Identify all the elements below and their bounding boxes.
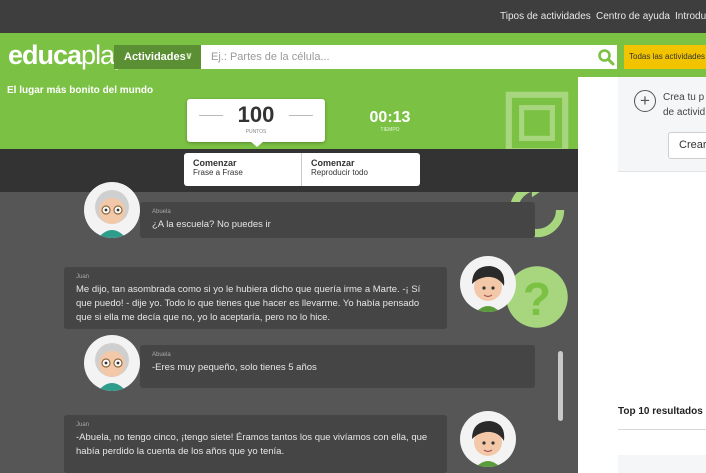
- grandmother-avatar: [84, 182, 140, 238]
- score-card-pointer: [250, 141, 264, 147]
- plus-icon: +: [634, 90, 656, 112]
- all-activities-button[interactable]: Todas las actividades: [624, 45, 706, 69]
- educaplay-logo[interactable]: educaplay: [8, 39, 128, 71]
- dialogue-text: -Eres muy pequeño, solo tienes 5 años: [152, 362, 317, 373]
- top10-list: [618, 455, 706, 473]
- speaker-name: Juan: [76, 422, 90, 428]
- activities-dropdown[interactable]: Actividades ∨: [114, 45, 201, 69]
- activity-player: El lugar más bonito del mundo ? 100 PUNT…: [0, 77, 578, 473]
- top10-title: Top 10 resultados: [618, 406, 703, 417]
- activities-dropdown-label: Actividades: [124, 51, 186, 63]
- playback-mode-bar: Comenzar Frase a Frase Comenzar Reproduc…: [0, 149, 578, 192]
- create-button[interactable]: Crear: [668, 132, 706, 159]
- dialogue-scrollbar[interactable]: [558, 351, 563, 421]
- boy-avatar: [460, 256, 516, 312]
- search-icon[interactable]: [597, 48, 615, 66]
- timer-label: TIEMPO: [380, 127, 400, 133]
- timer-value: 00:13: [369, 109, 411, 126]
- nav-link-tipos-actividades[interactable]: Tipos de actividades: [500, 0, 591, 33]
- dialogue-bubble[interactable]: Abuela ¿A la escuela? No puedes ir: [140, 202, 535, 238]
- right-sidebar: + Crea tu p de activid Crear Top 10 resu…: [578, 77, 706, 473]
- dialogue-bubble[interactable]: Abuela -Eres muy pequeño, solo tienes 5 …: [140, 345, 535, 388]
- dialogue-text: Me dijo, tan asombrada como si yo le hub…: [76, 284, 421, 323]
- search-input[interactable]: [201, 45, 617, 69]
- dialogue-bubble[interactable]: Juan Me dijo, tan asombrada como si yo l…: [64, 267, 447, 329]
- nav-link-centro-ayuda[interactable]: Centro de ayuda: [596, 0, 670, 33]
- dialogue-list: Abuela ¿A la escuela? No puedes ir Juan …: [0, 182, 578, 473]
- score-card: 100 PUNTOS: [187, 99, 325, 142]
- dialogue-bubble[interactable]: Juan -Abuela, no tengo cinco, ¡tengo sie…: [64, 415, 447, 473]
- timer: 00:13 TIEMPO: [345, 109, 435, 133]
- score-label: PUNTOS: [245, 129, 267, 135]
- speaker-name: Juan: [76, 274, 90, 280]
- activity-title: El lugar más bonito del mundo: [7, 85, 154, 96]
- top-navigation: Tipos de actividades Centro de ayuda Int…: [0, 0, 706, 33]
- dialogue-text: -Abuela, no tengo cinco, ¡tengo siete! É…: [76, 432, 428, 457]
- create-activity-text: Crea tu p de activid: [663, 92, 706, 118]
- start-phrase-by-phrase-button[interactable]: Comenzar Frase a Frase: [184, 153, 302, 186]
- speaker-name: Abuela: [152, 209, 171, 215]
- activity-header: El lugar más bonito del mundo ? 100 PUNT…: [0, 77, 578, 328]
- divider: [618, 429, 706, 430]
- chevron-down-icon: ∨: [184, 51, 193, 62]
- start-play-all-button[interactable]: Comenzar Reproducir todo: [302, 153, 420, 186]
- dialogue-text: ¿A la escuela? No puedes ir: [152, 219, 271, 230]
- speaker-name: Abuela: [152, 352, 171, 358]
- grandmother-avatar: [84, 335, 140, 391]
- nav-link-introduccion[interactable]: Introduc: [675, 0, 706, 33]
- search-header: educaplay Actividades ∨ Todas las activi…: [0, 33, 706, 77]
- boy-avatar: [460, 411, 516, 467]
- activity-toolbar: ?: [496, 82, 578, 328]
